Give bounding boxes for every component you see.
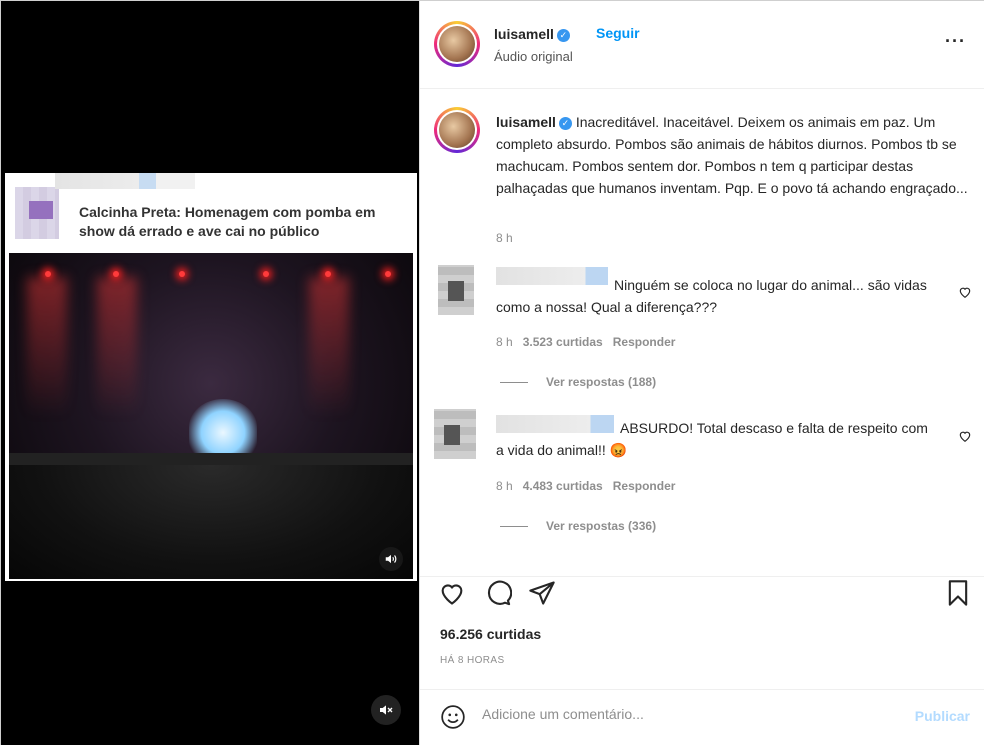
stage-light-beam <box>97 277 137 417</box>
view-replies-label: Ver respostas (336) <box>546 519 657 533</box>
comment-likes[interactable]: 3.523 curtidas <box>523 335 603 349</box>
author-name-row: luisamell ✓ <box>494 26 570 44</box>
author-username[interactable]: luisamell <box>494 26 554 42</box>
comment-timestamp: 8 h <box>496 479 513 493</box>
author-avatar[interactable] <box>434 21 480 67</box>
news-card-header: Calcinha Preta: Homenagem com pomba em s… <box>5 173 417 249</box>
comment-item: Ninguém se coloca no lugar do animal... … <box>420 257 984 397</box>
post-header: luisamell ✓ Seguir Áudio original ··· <box>420 1 984 89</box>
stage-spotlight <box>263 271 269 277</box>
publish-button[interactable]: Publicar <box>915 708 970 724</box>
comment-likes[interactable]: 4.483 curtidas <box>523 479 603 493</box>
posted-timestamp: HÁ 8 HORAS <box>440 655 505 666</box>
heart-icon[interactable] <box>958 429 972 443</box>
heart-icon[interactable] <box>958 285 972 299</box>
bookmark-icon[interactable] <box>944 579 972 607</box>
smiley-icon[interactable] <box>440 704 466 730</box>
post-media[interactable]: Calcinha Preta: Homenagem com pomba em s… <box>1 1 419 745</box>
post-caption: luisamell ✓ Inacreditável. Inaceitável. D… <box>496 111 976 199</box>
speaker-icon[interactable] <box>379 547 403 571</box>
blurred-commenter-avatar[interactable] <box>438 265 474 315</box>
comment-text: Ninguém se coloca no lugar do animal... … <box>496 277 927 315</box>
likes-count[interactable]: 96.256 curtidas <box>440 626 541 642</box>
stage-spotlight <box>113 271 119 277</box>
speaker-muted-icon[interactable] <box>371 695 401 725</box>
add-comment-bar: Publicar <box>420 689 984 745</box>
stage-light-beam <box>309 277 349 417</box>
comment-meta: 8 h 3.523 curtidas Responder <box>496 335 675 349</box>
caption-username[interactable]: luisamell <box>496 114 556 130</box>
stage-backlight <box>189 399 257 455</box>
comment-input[interactable] <box>482 706 882 722</box>
follow-button[interactable]: Seguir <box>596 25 640 41</box>
post-details-panel: luisamell ✓ Seguir Áudio original ··· lui… <box>419 1 984 745</box>
audience <box>9 465 413 579</box>
comment-text: ABSURDO! Total descaso e falta de respei… <box>496 420 928 458</box>
stage-spotlight <box>45 271 51 277</box>
blurred-commenter-avatar[interactable] <box>434 409 476 459</box>
paper-plane-icon[interactable] <box>528 579 556 607</box>
audio-label[interactable]: Áudio original <box>494 49 573 64</box>
stage-spotlight <box>385 271 391 277</box>
view-replies-label: Ver respostas (188) <box>546 375 657 389</box>
more-horizontal-icon[interactable]: ··· <box>945 31 966 52</box>
comment-item: ABSURDO! Total descaso e falta de respei… <box>420 401 984 541</box>
stage-spotlight <box>325 271 331 277</box>
caption-author-avatar[interactable] <box>434 107 480 153</box>
comment-bubble-icon[interactable] <box>484 579 512 607</box>
post-actions-bar <box>420 576 984 610</box>
verified-badge-icon: ✓ <box>556 29 570 42</box>
news-card: Calcinha Preta: Homenagem com pomba em s… <box>5 173 417 581</box>
comment-timestamp: 8 h <box>496 335 513 349</box>
heart-icon[interactable] <box>438 579 466 607</box>
verified-badge-icon: ✓ <box>558 117 572 130</box>
caption-timestamp: 8 h <box>496 231 513 245</box>
comment-meta: 8 h 4.483 curtidas Responder <box>496 479 675 493</box>
blurred-source-avatar <box>15 187 59 239</box>
blurred-source-name <box>55 173 195 189</box>
stage-spotlight <box>179 271 185 277</box>
news-card-title: Calcinha Preta: Homenagem com pomba em s… <box>79 204 376 239</box>
reply-button[interactable]: Responder <box>613 335 676 349</box>
reply-button[interactable]: Responder <box>613 479 676 493</box>
view-replies-button[interactable]: Ver respostas (188) <box>500 375 656 389</box>
stage-light-beam <box>27 277 67 417</box>
instagram-post-window: Calcinha Preta: Homenagem com pomba em s… <box>0 0 984 745</box>
view-replies-button[interactable]: Ver respostas (336) <box>500 519 656 533</box>
concert-video-frame[interactable] <box>9 253 413 579</box>
